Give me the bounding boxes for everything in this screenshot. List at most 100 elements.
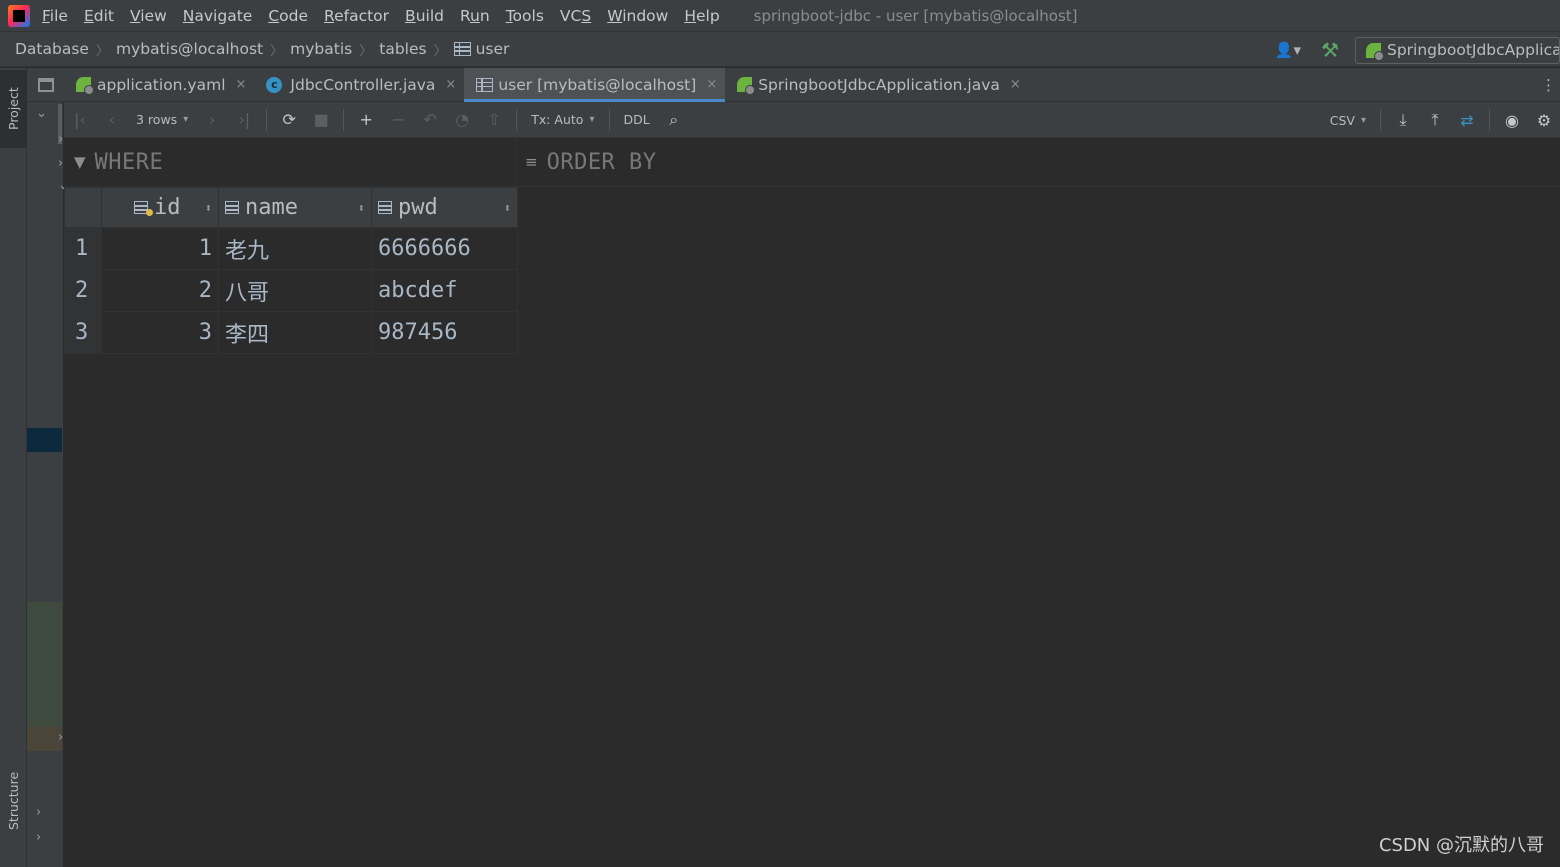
stop-icon[interactable]: ■ bbox=[313, 110, 329, 129]
run-configuration-label: SpringbootJdbcApplication bbox=[1387, 41, 1560, 59]
csdn-watermark: CSDN @沉默的八哥 bbox=[1378, 835, 1544, 856]
close-icon[interactable]: × bbox=[706, 77, 717, 92]
chevron-down-icon[interactable]: ⌄ bbox=[36, 106, 47, 121]
breadcrumb-tables[interactable]: tables bbox=[379, 40, 426, 58]
breadcrumb-schema[interactable]: mybatis bbox=[290, 40, 352, 58]
compare-icon[interactable]: ⇄ bbox=[1459, 111, 1475, 130]
run-configuration-select[interactable]: SpringbootJdbcApplication bbox=[1355, 36, 1560, 64]
last-page-icon[interactable]: ›| bbox=[236, 110, 252, 129]
cell-id[interactable]: 1 bbox=[101, 227, 219, 270]
cell-id[interactable]: 3 bbox=[101, 311, 219, 354]
chevron-right-icon[interactable]: › bbox=[36, 805, 41, 820]
build-hammer-icon[interactable]: ⚒ bbox=[1321, 38, 1339, 62]
more-tabs-icon[interactable]: ⋮ bbox=[1541, 76, 1556, 94]
menu-vcs[interactable]: VCS bbox=[560, 7, 591, 25]
sort-lines-icon[interactable]: ≡ bbox=[525, 153, 538, 171]
column-header-name[interactable]: name ⬍ bbox=[218, 187, 372, 228]
sort-toggle-icon[interactable]: ⬍ bbox=[492, 201, 511, 215]
column-header-id[interactable]: id ⬍ bbox=[101, 187, 219, 228]
menu-navigate[interactable]: Navigate bbox=[183, 7, 253, 25]
import-upload-icon[interactable]: ⤒ bbox=[1427, 110, 1443, 130]
view-options-eye-icon[interactable]: ◉ bbox=[1504, 111, 1520, 130]
spring-config-icon bbox=[76, 77, 94, 95]
menu-file[interactable]: File bbox=[42, 7, 68, 25]
row-number[interactable]: 1 bbox=[64, 227, 102, 270]
preview-changes-icon[interactable]: ◔ bbox=[454, 110, 470, 129]
cell-name[interactable]: 李四 bbox=[218, 311, 372, 354]
menu-refactor[interactable]: Refactor bbox=[324, 7, 389, 25]
previous-page-icon[interactable]: ‹ bbox=[104, 110, 120, 129]
cell-pwd[interactable]: abcdef bbox=[371, 269, 518, 312]
breadcrumb-separator-icon: 〉 bbox=[359, 43, 373, 59]
export-download-icon[interactable]: ⤓ bbox=[1395, 110, 1411, 130]
menu-build[interactable]: Build bbox=[405, 7, 444, 25]
menu-code[interactable]: Code bbox=[268, 7, 308, 25]
tab-springboot-application[interactable]: SpringbootJdbcApplication.java × bbox=[725, 68, 1029, 101]
structure-tool-tab[interactable]: Structure bbox=[0, 758, 27, 844]
cell-name[interactable]: 老九 bbox=[218, 227, 372, 270]
ddl-button[interactable]: DDL bbox=[624, 112, 650, 127]
chevron-right-icon[interactable]: › bbox=[58, 730, 63, 745]
close-icon[interactable]: × bbox=[236, 77, 247, 92]
transaction-mode-dropdown[interactable]: Tx: Auto ▾ bbox=[531, 112, 594, 127]
chevron-right-icon[interactable]: › bbox=[58, 156, 63, 171]
toolbar-divider bbox=[516, 108, 518, 131]
toolbar-right-group: CSV ▾ ⤓ ⤒ ⇄ ◉ ⚙ bbox=[1322, 102, 1560, 138]
order-by-field[interactable]: ≡ ORDER BY bbox=[516, 150, 657, 175]
tab-label: SpringbootJdbcApplication.java bbox=[758, 75, 1000, 94]
rows-count-label: 3 rows bbox=[136, 112, 178, 127]
delete-row-icon[interactable]: − bbox=[390, 110, 406, 129]
primary-key-column-icon bbox=[134, 201, 153, 216]
user-account-icon[interactable]: 👤▾ bbox=[1275, 41, 1301, 59]
menu-view[interactable]: View bbox=[130, 7, 167, 25]
cell-id[interactable]: 2 bbox=[101, 269, 219, 312]
chevron-right-icon[interactable]: › bbox=[58, 132, 63, 147]
revert-icon[interactable]: ↶ bbox=[422, 110, 438, 129]
selected-tree-row[interactable] bbox=[27, 428, 62, 452]
tab-user-table[interactable]: user [mybatis@localhost] × bbox=[464, 68, 726, 102]
sort-toggle-icon[interactable]: ⬍ bbox=[346, 201, 365, 215]
sort-toggle-icon[interactable]: ⬍ bbox=[193, 201, 212, 215]
menu-edit[interactable]: Edit bbox=[84, 7, 114, 25]
menu-tools[interactable]: Tools bbox=[506, 7, 544, 25]
cell-name[interactable]: 八哥 bbox=[218, 269, 372, 312]
filter-funnel-icon[interactable]: ▼ bbox=[74, 153, 86, 171]
close-icon[interactable]: × bbox=[445, 77, 456, 92]
breadcrumb-database[interactable]: Database bbox=[15, 40, 89, 58]
cell-pwd[interactable]: 6666666 bbox=[371, 227, 518, 270]
menu-run[interactable]: Run bbox=[460, 7, 490, 25]
editor-tab-bar: application.yaml × c JdbcController.java… bbox=[27, 68, 1560, 102]
result-grid: id ⬍ name ⬍ pwd ⬍ 1 1 老九 6666666 2 2 八哥 … bbox=[64, 187, 518, 354]
where-filter-field[interactable]: ▼ WHERE bbox=[64, 138, 516, 186]
close-icon[interactable]: × bbox=[1010, 77, 1021, 92]
next-page-icon[interactable]: › bbox=[204, 110, 220, 129]
breadcrumb-datasource[interactable]: mybatis@localhost bbox=[116, 40, 263, 58]
page-size-dropdown[interactable]: 3 rows ▾ bbox=[136, 112, 188, 127]
table-row[interactable]: 1 1 老九 6666666 bbox=[64, 227, 518, 270]
export-format-dropdown[interactable]: CSV ▾ bbox=[1330, 113, 1366, 128]
intellij-logo-icon bbox=[8, 4, 30, 27]
table-icon bbox=[476, 77, 494, 92]
settings-gear-icon[interactable]: ⚙ bbox=[1536, 111, 1552, 130]
project-tool-tab[interactable]: Project bbox=[0, 70, 27, 148]
menu-window[interactable]: Window bbox=[607, 7, 668, 25]
table-row[interactable]: 3 3 李四 987456 bbox=[64, 311, 518, 354]
refresh-icon[interactable]: ⟳ bbox=[281, 110, 297, 129]
chevron-right-icon[interactable]: › bbox=[36, 830, 41, 845]
first-page-icon[interactable]: |‹ bbox=[72, 110, 88, 129]
spring-boot-icon bbox=[1366, 42, 1384, 61]
search-icon[interactable]: ⌕ bbox=[666, 110, 682, 130]
row-number[interactable]: 3 bbox=[64, 311, 102, 354]
row-number[interactable]: 2 bbox=[64, 269, 102, 312]
add-row-icon[interactable]: + bbox=[358, 110, 374, 129]
column-header-pwd[interactable]: pwd ⬍ bbox=[371, 187, 518, 228]
tab-jdbc-controller[interactable]: c JdbcController.java × bbox=[254, 68, 464, 101]
submit-icon[interactable]: ⇧ bbox=[486, 110, 502, 129]
tab-application-yaml[interactable]: application.yaml × bbox=[64, 68, 254, 101]
cell-pwd[interactable]: 987456 bbox=[371, 311, 518, 354]
tab-window-icon[interactable] bbox=[27, 68, 64, 101]
table-row[interactable]: 2 2 八哥 abcdef bbox=[64, 269, 518, 312]
menu-help[interactable]: Help bbox=[684, 7, 719, 25]
grid-corner[interactable] bbox=[64, 187, 102, 228]
breadcrumb-table[interactable]: user bbox=[453, 40, 509, 58]
